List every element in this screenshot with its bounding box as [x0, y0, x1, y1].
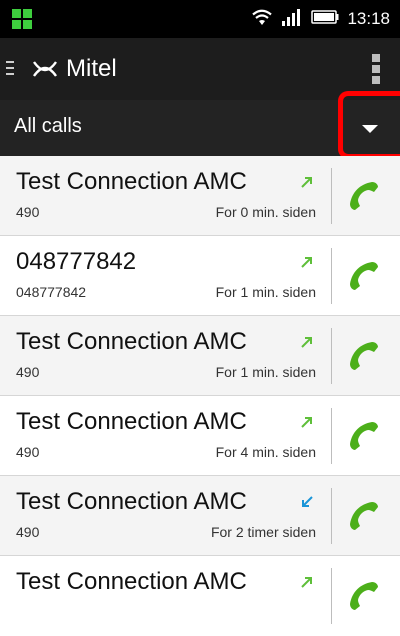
call-number: 490	[16, 204, 40, 220]
phone-handset-icon	[350, 342, 378, 370]
call-back-button[interactable]	[340, 488, 388, 544]
call-number: 490	[16, 444, 40, 460]
call-list-item[interactable]: 048777842 048777842 For 1 min. siden	[0, 236, 400, 316]
call-name: Test Connection AMC	[16, 168, 247, 195]
call-name: Test Connection AMC	[16, 568, 247, 595]
battery-icon	[311, 9, 339, 29]
phone-handset-icon	[350, 502, 378, 530]
call-number: 048777842	[16, 284, 87, 300]
phone-handset-icon	[350, 582, 378, 610]
outgoing-call-arrow-icon	[300, 574, 314, 588]
call-name: Test Connection AMC	[16, 328, 247, 355]
outgoing-call-arrow-icon	[300, 334, 314, 348]
call-back-button[interactable]	[340, 248, 388, 304]
drawer-menu-icon[interactable]	[6, 60, 18, 75]
incoming-call-arrow-icon	[300, 494, 314, 508]
wifi-icon	[251, 8, 273, 30]
app-brand[interactable]: Mitel	[30, 50, 117, 88]
call-time: For 0 min. siden	[215, 204, 316, 220]
brand-name: Mitel	[66, 55, 117, 82]
row-divider	[331, 168, 332, 224]
row-divider	[331, 328, 332, 384]
call-list-item[interactable]: Test Connection AMC 490 For 0 min. siden	[0, 156, 400, 236]
call-time: For 4 min. siden	[215, 444, 316, 460]
call-list-item[interactable]: Test Connection AMC 490 For 4 min. siden	[0, 396, 400, 476]
call-list-item[interactable]: Test Connection AMC	[0, 556, 400, 636]
call-back-button[interactable]	[340, 568, 388, 624]
app-grid-icon	[12, 9, 32, 29]
phone-handset-icon	[350, 422, 378, 450]
call-back-button[interactable]	[340, 328, 388, 384]
phone-handset-icon	[350, 262, 378, 290]
signal-icon	[281, 8, 303, 30]
call-time: For 1 min. siden	[215, 284, 316, 300]
call-back-button[interactable]	[340, 408, 388, 464]
call-filter-bar: All calls	[0, 100, 400, 156]
outgoing-call-arrow-icon	[300, 254, 314, 268]
call-list-item[interactable]: Test Connection AMC 490 For 2 timer side…	[0, 476, 400, 556]
call-back-button[interactable]	[340, 168, 388, 224]
call-name: 048777842	[16, 248, 137, 275]
row-divider	[331, 488, 332, 544]
call-filter-label[interactable]: All calls	[14, 115, 82, 138]
call-number: 490	[16, 524, 40, 540]
call-list-item[interactable]: Test Connection AMC 490 For 1 min. siden	[0, 316, 400, 396]
outgoing-call-arrow-icon	[300, 174, 314, 188]
dropdown-triangle-icon	[362, 125, 378, 133]
call-list: Test Connection AMC 490 For 0 min. siden…	[0, 156, 400, 636]
row-divider	[331, 568, 332, 624]
call-name: Test Connection AMC	[16, 408, 247, 435]
phone-handset-icon	[350, 182, 378, 210]
call-time: For 1 min. siden	[215, 364, 316, 380]
status-time: 13:18	[347, 9, 390, 28]
status-bar: 13:18	[0, 0, 400, 38]
call-number: 490	[16, 364, 40, 380]
call-time: For 2 timer siden	[210, 524, 316, 540]
overflow-menu-icon[interactable]	[370, 54, 382, 84]
row-divider	[331, 248, 332, 304]
call-filter-dropdown[interactable]	[340, 100, 400, 156]
call-name: Test Connection AMC	[16, 488, 247, 515]
mitel-logo-icon	[30, 58, 60, 80]
row-divider	[331, 408, 332, 464]
action-bar: Mitel	[0, 38, 400, 100]
outgoing-call-arrow-icon	[300, 414, 314, 428]
